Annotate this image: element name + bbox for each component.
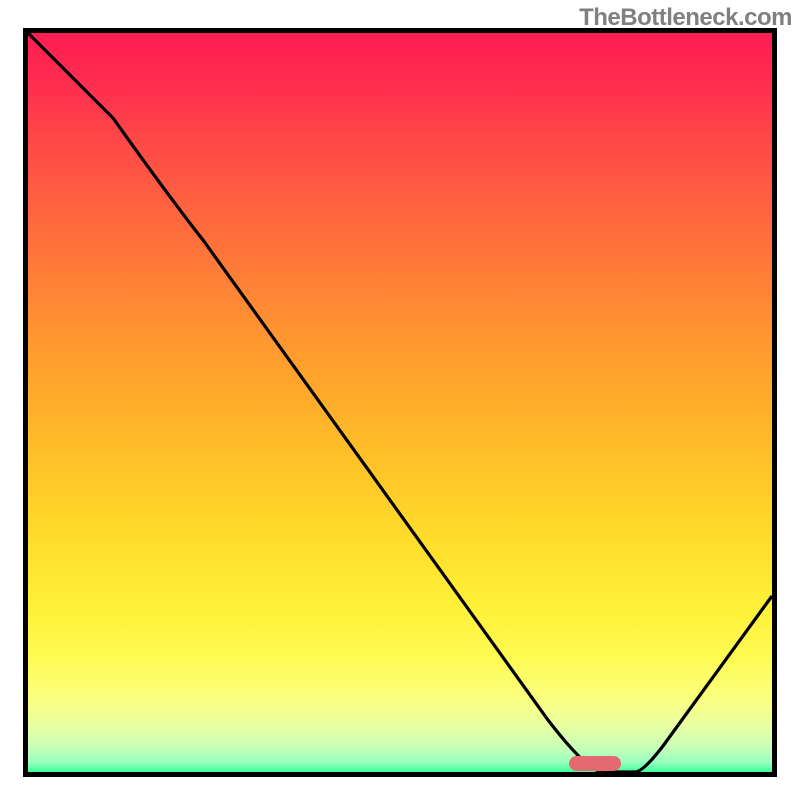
bottleneck-line: [23, 28, 777, 777]
plot-frame: [23, 28, 777, 777]
watermark-text: TheBottleneck.com: [579, 4, 792, 32]
chart-container: TheBottleneck.com: [0, 0, 800, 800]
bottleneck-curve-path: [28, 33, 772, 772]
optimal-marker: [569, 756, 621, 771]
